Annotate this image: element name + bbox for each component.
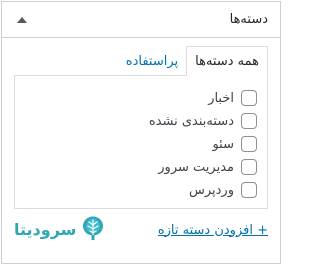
box-header: دسته‌ها: [2, 2, 280, 38]
category-checkbox[interactable]: [241, 136, 257, 152]
box-footer: + افزودن دسته تازه سرودیتا: [14, 209, 268, 249]
box-inside: همه دسته‌ها پراستفاده اخبار دسته‌بندی نش…: [2, 46, 280, 249]
category-tabs: همه دسته‌ها پراستفاده: [14, 46, 268, 76]
category-item[interactable]: دسته‌بندی نشده: [25, 111, 257, 131]
watermark-text: سرودیتا: [14, 219, 77, 239]
category-label: سئو: [212, 136, 234, 152]
category-label: مدیریت سرور: [158, 159, 234, 175]
category-checklist: اخبار دسته‌بندی نشده سئو مدیریت سرور ورد…: [14, 75, 268, 209]
category-item[interactable]: سئو: [25, 134, 257, 154]
category-label: دسته‌بندی نشده: [148, 113, 234, 129]
box-title: دسته‌ها: [229, 12, 268, 27]
categories-box: دسته‌ها همه دسته‌ها پراستفاده اخبار دسته…: [1, 1, 281, 264]
category-item[interactable]: مدیریت سرور: [25, 157, 257, 177]
add-new-category-link[interactable]: + افزودن دسته تازه: [158, 223, 268, 238]
tab-all-categories[interactable]: همه دسته‌ها: [186, 46, 268, 76]
watermark: سرودیتا: [14, 216, 106, 242]
tab-most-used[interactable]: پراستفاده: [118, 46, 186, 76]
tree-icon: [83, 216, 104, 240]
category-checkbox[interactable]: [241, 90, 257, 106]
category-item[interactable]: اخبار: [25, 88, 257, 108]
category-label: وردپرس: [188, 182, 234, 198]
category-checkbox[interactable]: [241, 182, 257, 198]
category-item[interactable]: وردپرس: [25, 180, 257, 200]
category-checkbox[interactable]: [241, 159, 257, 175]
collapse-arrow-icon[interactable]: [14, 12, 30, 28]
category-checkbox[interactable]: [241, 113, 257, 129]
category-label: اخبار: [208, 90, 234, 106]
